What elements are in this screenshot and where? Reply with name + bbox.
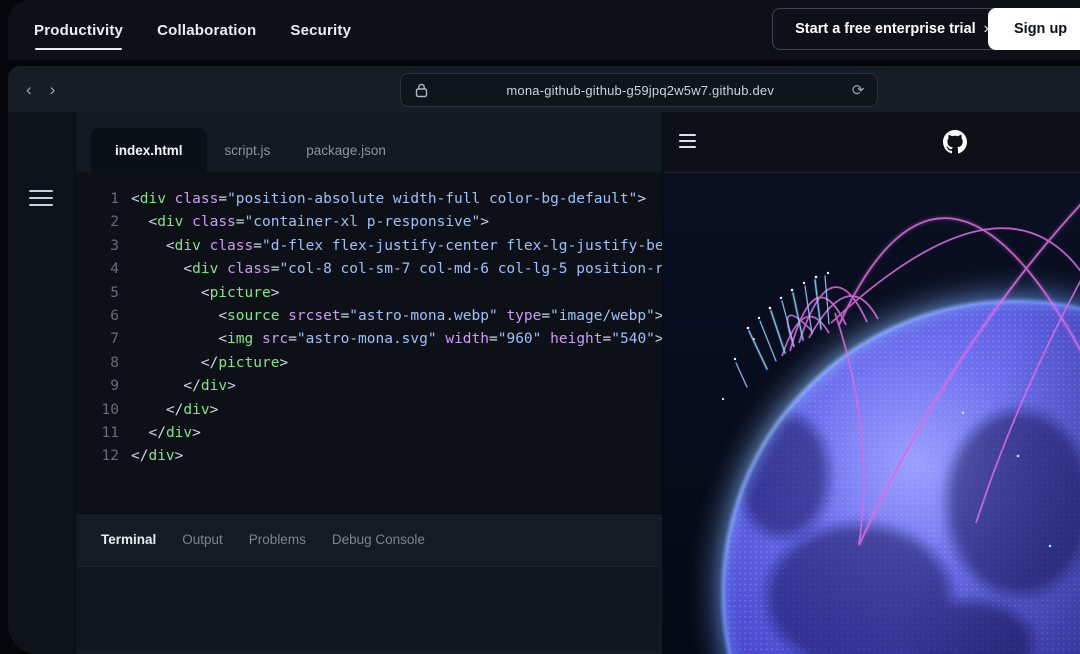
browser-window: ‹ › mona-github-github-g59jpq2w5w7.githu… [8,66,1080,654]
tab-package-json[interactable]: package.json [288,128,404,172]
editor-column: index.html script.js package.json 1<div … [76,112,662,654]
tab-debug-console[interactable]: Debug Console [332,532,425,547]
nav-item-security[interactable]: Security [290,22,351,39]
code-editor[interactable]: 1<div class="position-absolute width-ful… [76,172,662,513]
preview-header [663,112,1080,173]
preview-menu-icon[interactable] [679,134,696,152]
globe-visualization [663,173,1080,654]
terminal-tabs: Terminal Output Problems Debug Console [76,514,662,547]
tab-output[interactable]: Output [182,532,223,547]
editor-tabbar: index.html script.js package.json [76,112,662,172]
code-line: 7 <img src="astro-mona.svg" width="960" … [76,328,662,351]
code-line: 12</div> [76,445,662,468]
browser-chrome: ‹ › mona-github-github-g59jpq2w5w7.githu… [8,66,1080,112]
nav-item-productivity[interactable]: Productivity [34,22,123,39]
back-icon[interactable]: ‹ [26,81,32,98]
code-line: 10 </div> [76,399,662,422]
refresh-icon[interactable]: ⟲ [852,81,865,99]
nav-links: Productivity Collaboration Security [34,22,351,39]
terminal-content[interactable] [76,566,660,650]
nav-item-collaboration[interactable]: Collaboration [157,22,256,39]
sign-up-button[interactable]: Sign up [988,8,1080,50]
start-trial-label: Start a free enterprise trial [795,21,976,37]
terminal-panel: Terminal Output Problems Debug Console [76,513,662,654]
code-line: 8 </picture> [76,352,662,375]
url-bar[interactable]: mona-github-github-g59jpq2w5w7.github.de… [400,73,878,107]
start-trial-button[interactable]: Start a free enterprise trial › [772,8,1012,50]
code-line: 11 </div> [76,422,662,445]
code-line: 3 <div class="d-flex flex-justify-center… [76,235,662,258]
main-area: index.html script.js package.json 1<div … [8,112,1080,654]
preview-column [662,112,1080,654]
tab-script-js[interactable]: script.js [207,128,289,172]
code-line: 6 <source srcset="astro-mona.webp" type=… [76,305,662,328]
url-text: mona-github-github-g59jpq2w5w7.github.de… [428,83,852,98]
padlock-icon [415,83,428,98]
code-line: 2 <div class="container-xl p-responsive"… [76,211,662,234]
code-line: 5 <picture> [76,282,662,305]
code-line: 1<div class="position-absolute width-ful… [76,188,662,211]
tab-terminal[interactable]: Terminal [101,532,156,547]
globe-scene [663,173,1080,654]
tab-problems[interactable]: Problems [249,532,306,547]
forward-icon[interactable]: › [50,81,56,98]
github-logo-icon[interactable] [943,130,967,154]
code-line: 4 <div class="col-8 col-sm-7 col-md-6 co… [76,258,662,281]
top-navigation: Productivity Collaboration Security Star… [8,0,1080,60]
tab-index-html[interactable]: index.html [91,128,207,172]
code-line: 9 </div> [76,375,662,398]
editor-sidebar [8,112,76,654]
menu-icon[interactable] [29,190,53,211]
